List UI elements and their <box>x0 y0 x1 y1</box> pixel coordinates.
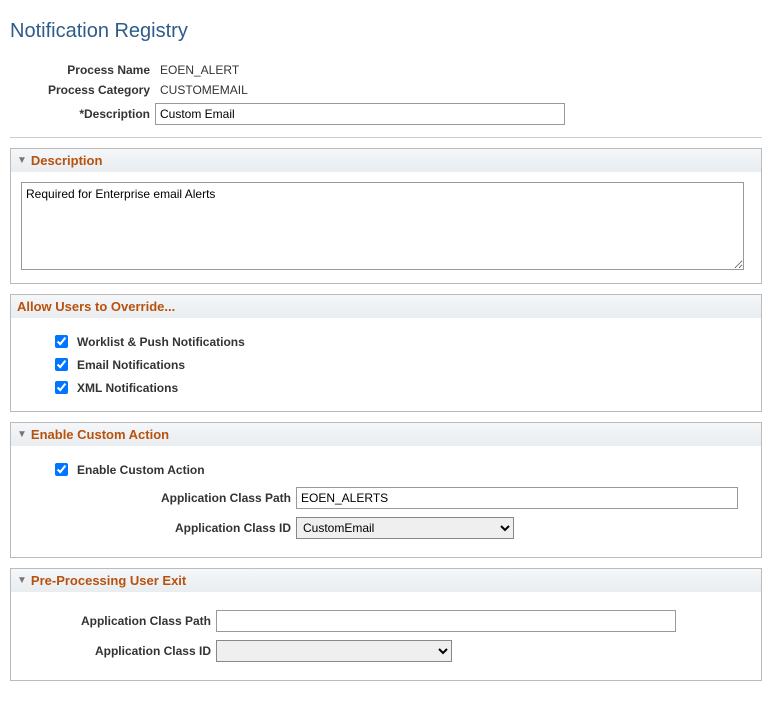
preproc-section: ▼ Pre-Processing User Exit Application C… <box>10 568 762 681</box>
xml-checkbox-label: XML Notifications <box>77 381 178 395</box>
preproc-acp-label: Application Class Path <box>21 614 216 628</box>
description-section-title: Description <box>31 153 103 168</box>
preproc-aci-label: Application Class ID <box>21 644 216 658</box>
description-textarea[interactable] <box>21 182 744 270</box>
custom-action-section-header[interactable]: ▼ Enable Custom Action <box>11 423 761 446</box>
xml-checkbox[interactable] <box>55 381 68 394</box>
process-name-value: EOEN_ALERT <box>155 63 239 77</box>
enable-custom-action-checkbox[interactable] <box>55 463 68 476</box>
process-name-label: Process Name <box>10 63 155 77</box>
acp-label: Application Class Path <box>21 491 296 505</box>
enable-custom-action-label: Enable Custom Action <box>77 463 205 477</box>
description-label: *Description <box>79 107 150 121</box>
override-section-title: Allow Users to Override... <box>17 299 175 314</box>
email-checkbox-label: Email Notifications <box>77 358 185 372</box>
description-section-header[interactable]: ▼ Description <box>11 149 761 172</box>
description-input[interactable] <box>155 103 565 125</box>
preproc-aci-select[interactable] <box>216 640 452 662</box>
override-section: Allow Users to Override... Worklist & Pu… <box>10 294 762 412</box>
collapse-icon: ▼ <box>17 429 27 440</box>
preproc-section-header[interactable]: ▼ Pre-Processing User Exit <box>11 569 761 592</box>
divider <box>10 137 762 138</box>
preproc-acp-input[interactable] <box>216 610 676 632</box>
aci-select[interactable]: CustomEmail <box>296 517 514 539</box>
override-section-header: Allow Users to Override... <box>11 295 761 318</box>
process-category-value: CUSTOMEMAIL <box>155 83 248 97</box>
worklist-checkbox-label: Worklist & Push Notifications <box>77 335 245 349</box>
custom-action-section-title: Enable Custom Action <box>31 427 169 442</box>
preproc-section-title: Pre-Processing User Exit <box>31 573 186 588</box>
process-category-label: Process Category <box>10 83 155 97</box>
collapse-icon: ▼ <box>17 155 27 166</box>
page-title: Notification Registry <box>10 20 762 43</box>
worklist-checkbox[interactable] <box>55 335 68 348</box>
collapse-icon: ▼ <box>17 575 27 586</box>
acp-input[interactable] <box>296 487 738 509</box>
custom-action-section: ▼ Enable Custom Action Enable Custom Act… <box>10 422 762 558</box>
email-checkbox[interactable] <box>55 358 68 371</box>
description-section: ▼ Description <box>10 148 762 284</box>
aci-label: Application Class ID <box>21 521 296 535</box>
